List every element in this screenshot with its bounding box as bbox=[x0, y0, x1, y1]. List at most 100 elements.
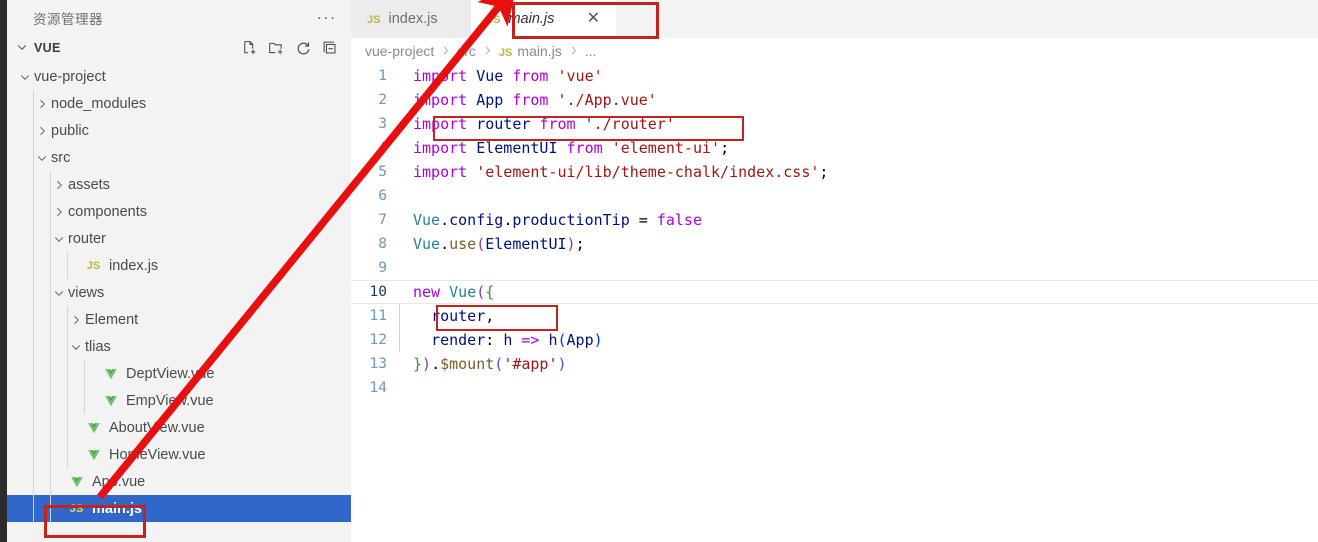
editor-tab-main-js[interactable]: JS main.js ✕ bbox=[471, 0, 616, 38]
js-file-icon: JS bbox=[86, 259, 101, 272]
breadcrumb-label: src bbox=[457, 43, 476, 59]
js-file-icon: JS bbox=[498, 47, 513, 59]
code-line[interactable]: 13}).$mount('#app') bbox=[351, 352, 1318, 376]
code-token: 'element-ui/lib/theme-chalk/index.css' bbox=[476, 163, 820, 181]
tree-item-vue-project[interactable]: vue-project bbox=[7, 63, 351, 90]
indent-guide bbox=[67, 387, 68, 414]
code-token: ( bbox=[476, 235, 486, 253]
chevron-down-icon[interactable] bbox=[33, 152, 50, 164]
chevron-right-icon bbox=[440, 44, 451, 59]
tree-item-tlias[interactable]: tlias bbox=[7, 333, 351, 360]
chevron-down-icon bbox=[16, 41, 34, 56]
code-line[interactable]: 6 bbox=[351, 184, 1318, 208]
code-line[interactable]: 14 bbox=[351, 376, 1318, 400]
code-token: productionTip bbox=[512, 211, 630, 229]
tree-item-views[interactable]: views bbox=[7, 279, 351, 306]
collapse-all-icon[interactable] bbox=[322, 40, 339, 57]
chevron-right-icon[interactable] bbox=[33, 98, 50, 110]
new-folder-icon[interactable] bbox=[268, 40, 285, 57]
explorer-section-header-vue[interactable]: VUE bbox=[7, 36, 351, 60]
breadcrumb-label: main.js bbox=[517, 43, 562, 59]
indent-guide bbox=[399, 328, 400, 352]
indent-guide bbox=[33, 414, 34, 441]
code-line[interactable]: 5 import 'element-ui/lib/theme-chalk/inde… bbox=[351, 160, 1318, 184]
breadcrumb-item[interactable]: JS main.js bbox=[499, 43, 562, 59]
indent-guide bbox=[50, 252, 51, 279]
tree-item-label: HomeView.vue bbox=[109, 446, 206, 463]
code-token: ) bbox=[593, 331, 603, 349]
code-line[interactable]: 4 import ElementUI from 'element-ui'; bbox=[351, 136, 1318, 160]
code-token: 'vue' bbox=[557, 67, 603, 85]
refresh-icon[interactable] bbox=[295, 40, 312, 57]
breadcrumb-item[interactable]: ... bbox=[585, 43, 597, 59]
code-token: . bbox=[431, 355, 441, 373]
editor-tab-index-js[interactable]: JS index.js bbox=[351, 0, 471, 38]
code-text: new Vue({ bbox=[399, 280, 494, 304]
code-token: import bbox=[413, 67, 468, 85]
code-token: ( bbox=[557, 331, 567, 349]
tree-item-aboutview-vue[interactable]: AboutView.vue bbox=[7, 414, 351, 441]
tree-item-components[interactable]: components bbox=[7, 198, 351, 225]
code-text: import App from './App.vue' bbox=[399, 88, 657, 112]
tree-item-deptview-vue[interactable]: DeptView.vue bbox=[7, 360, 351, 387]
tree-item-label: AboutView.vue bbox=[109, 419, 205, 436]
code-token: router bbox=[476, 115, 531, 133]
tree-item-app-vue[interactable]: App.vue bbox=[7, 468, 351, 495]
code-line[interactable]: 7 Vue.config.productionTip = false bbox=[351, 208, 1318, 232]
explorer-section-actions bbox=[241, 40, 351, 57]
code-editor[interactable]: 1 import Vue from 'vue' 2 import App from '… bbox=[351, 64, 1318, 400]
breadcrumb: vue-project src JS main.js... bbox=[351, 38, 1318, 64]
code-line[interactable]: 3 import router from './router' bbox=[351, 112, 1318, 136]
code-text: import router from './router' bbox=[399, 112, 675, 136]
indent-guide bbox=[50, 495, 51, 522]
breadcrumb-item[interactable]: vue-project bbox=[365, 43, 434, 59]
activity-bar[interactable] bbox=[0, 0, 7, 542]
breadcrumb-item[interactable]: src bbox=[457, 43, 476, 59]
indent-guide bbox=[67, 414, 68, 441]
code-line[interactable]: 12 render: h => h(App) bbox=[351, 328, 1318, 352]
code-line[interactable]: 9 bbox=[351, 256, 1318, 280]
explorer-more-actions-button[interactable]: ... bbox=[317, 5, 337, 27]
code-token: './router' bbox=[584, 115, 675, 133]
tree-item-label: index.js bbox=[109, 257, 159, 274]
tree-item-main-js[interactable]: JS main.js bbox=[7, 495, 351, 522]
line-number: 12 bbox=[369, 332, 387, 348]
code-line[interactable]: 8 Vue.use(ElementUI); bbox=[351, 232, 1318, 256]
tree-item-node-modules[interactable]: node_modules bbox=[7, 90, 351, 117]
tree-item-router[interactable]: router bbox=[7, 225, 351, 252]
code-line[interactable]: 2 import App from './App.vue' bbox=[351, 88, 1318, 112]
close-icon[interactable]: ✕ bbox=[585, 11, 602, 27]
chevron-right-icon[interactable] bbox=[50, 179, 67, 191]
chevron-right-icon[interactable] bbox=[50, 206, 67, 218]
tree-item-public[interactable]: public bbox=[7, 117, 351, 144]
tree-item-element[interactable]: Element bbox=[7, 306, 351, 333]
code-line[interactable]: 1 import Vue from 'vue' bbox=[351, 64, 1318, 88]
code-text: Vue.config.productionTip = false bbox=[399, 208, 702, 232]
tree-item-src[interactable]: src bbox=[7, 144, 351, 171]
new-file-icon[interactable] bbox=[241, 40, 258, 57]
chevron-right-icon[interactable] bbox=[33, 125, 50, 137]
code-line[interactable]: 11 router, bbox=[351, 304, 1318, 328]
indent-guide bbox=[33, 279, 34, 306]
code-token: App bbox=[566, 331, 594, 349]
indent-guide bbox=[33, 306, 34, 333]
tree-item-empview-vue[interactable]: EmpView.vue bbox=[7, 387, 351, 414]
code-line[interactable]: 10 new Vue({ bbox=[351, 280, 1318, 304]
explorer-title: 资源管理器 bbox=[33, 12, 103, 27]
tree-item-assets[interactable]: assets bbox=[7, 171, 351, 198]
chevron-down-icon[interactable] bbox=[16, 71, 33, 83]
tree-item-label: Element bbox=[85, 311, 139, 328]
chevron-down-icon[interactable] bbox=[67, 341, 84, 353]
tree-item-label: main.js bbox=[92, 500, 142, 517]
tree-item-homeview-vue[interactable]: HomeView.vue bbox=[7, 441, 351, 468]
chevron-down-icon[interactable] bbox=[50, 287, 67, 299]
code-token: Vue bbox=[413, 235, 441, 253]
tree-item-index-js[interactable]: JS index.js bbox=[7, 252, 351, 279]
tree-item-label: EmpView.vue bbox=[126, 392, 214, 409]
chevron-right-icon[interactable] bbox=[67, 314, 84, 326]
chevron-down-icon[interactable] bbox=[50, 233, 67, 245]
